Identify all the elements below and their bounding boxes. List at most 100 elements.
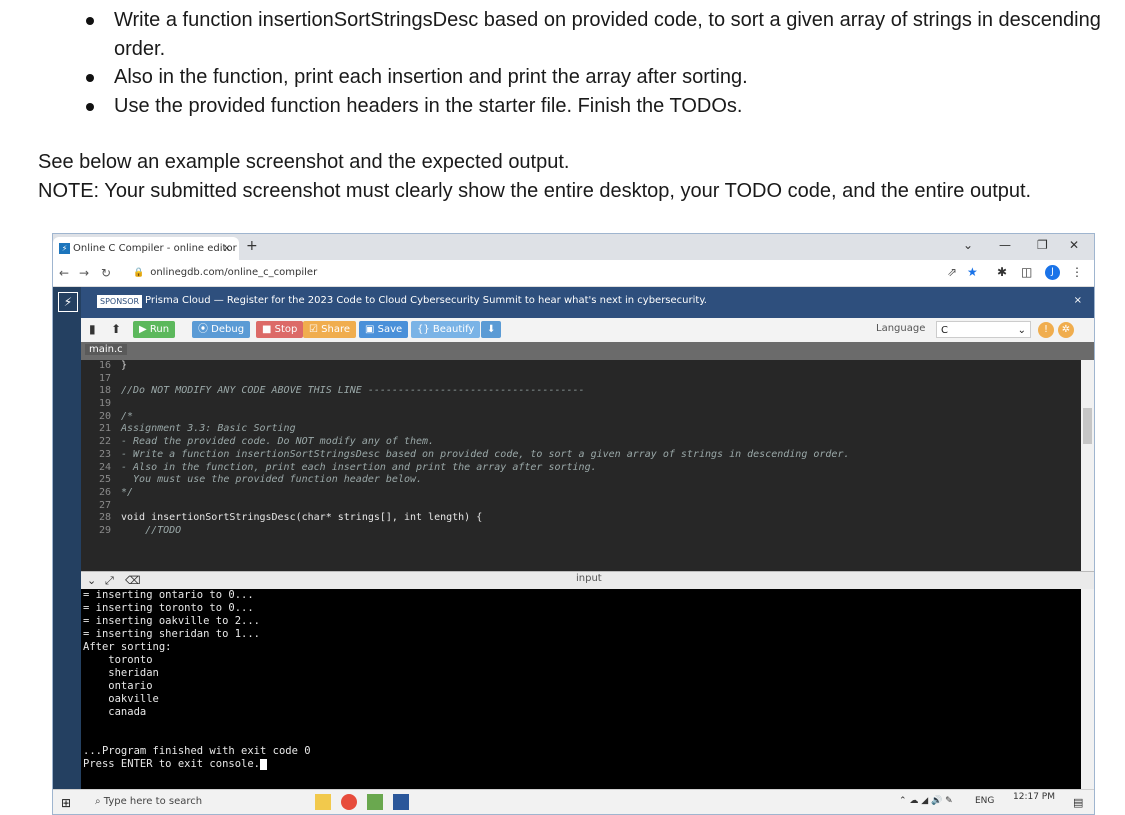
avatar[interactable]: J: [1045, 265, 1060, 280]
code-text: /*: [121, 410, 134, 422]
forward-icon[interactable]: →: [79, 266, 89, 280]
code-line[interactable]: 27: [81, 500, 1081, 513]
code-line[interactable]: 25 You must use the provided function he…: [81, 474, 1081, 487]
browser-tab[interactable]: ⚡ Online C Compiler - online editor ×: [53, 237, 239, 260]
left-rail: ⚡: [53, 287, 81, 814]
code-text: //Do NOT MODIFY ANY CODE ABOVE THIS LINE…: [121, 385, 585, 397]
code-text: - Also in the function, print each inser…: [121, 461, 597, 473]
see-below-text: See below an example screenshot and the …: [38, 151, 570, 173]
menu-icon[interactable]: ⋮: [1071, 265, 1083, 279]
close-window-button[interactable]: ✕: [1069, 238, 1079, 252]
line-number: 29: [98, 524, 111, 536]
console-toolbar: ⌄ ⤢ ⌫ input: [81, 571, 1094, 590]
code-line[interactable]: 21 Assignment 3.3: Basic Sorting: [81, 423, 1081, 436]
gear-icon[interactable]: ✲: [1058, 322, 1074, 338]
language-label: Language: [876, 323, 926, 334]
tab-close-button[interactable]: ×: [223, 237, 231, 260]
code-line[interactable]: 20 /*: [81, 411, 1081, 424]
code-text: - Read the provided code. Do NOT modify …: [121, 436, 435, 448]
code-editor[interactable]: 16} 17 18 //Do NOT MODIFY ANY CODE ABOVE TH…: [81, 360, 1081, 571]
code-line[interactable]: 28 void insertionSortStringsDesc(char* st…: [81, 512, 1081, 525]
code-line[interactable]: 17: [81, 373, 1081, 386]
word-icon[interactable]: [393, 794, 409, 810]
editor-scrollbar[interactable]: [1081, 360, 1094, 571]
language-indicator[interactable]: ENG: [975, 796, 994, 806]
code-text: - Write a function insertionSortStringsD…: [121, 448, 850, 460]
banner-close-button[interactable]: ×: [1074, 295, 1082, 306]
url-field[interactable]: 🔒 onlinegdb.com/online_c_compiler: [133, 263, 943, 283]
code-line[interactable]: 18 //Do NOT MODIFY ANY CODE ABOVE THIS LI…: [81, 385, 1081, 398]
console-line: ...Program finished with exit code 0: [83, 745, 311, 757]
code-line[interactable]: 22 - Read the provided code. Do NOT modif…: [81, 436, 1081, 449]
console-line: canada: [83, 706, 147, 718]
share-icon[interactable]: ⇗: [947, 265, 957, 279]
line-number: 20: [98, 410, 111, 422]
expand-icon[interactable]: ⤢: [105, 574, 114, 588]
console-line: = inserting oakville to 2...: [83, 615, 261, 627]
tab-search-button[interactable]: ⌄: [963, 238, 973, 252]
console-line: toronto: [83, 654, 153, 666]
stop-button[interactable]: ■ Stop: [256, 321, 304, 338]
minimize-button[interactable]: —: [999, 238, 1011, 252]
line-number: 27: [98, 499, 111, 511]
file-explorer-icon[interactable]: [315, 794, 331, 810]
info-icon[interactable]: !: [1038, 322, 1054, 338]
code-line[interactable]: 19: [81, 398, 1081, 411]
sidebar-icon[interactable]: ◫: [1021, 265, 1032, 279]
code-line[interactable]: 24 - Also in the function, print each ins…: [81, 462, 1081, 475]
back-icon[interactable]: ←: [59, 266, 69, 280]
address-bar: ← → ↻ 🔒 onlinegdb.com/online_c_compiler ⇗…: [53, 260, 1094, 287]
file-icon[interactable]: ▮: [89, 322, 96, 336]
tray-icons[interactable]: ⌃ ☁ ◢ 🔊 ✎: [899, 796, 953, 806]
app-icon[interactable]: [367, 794, 383, 810]
windows-taskbar: ⊞ ⌕ Type here to search ⌃ ☁ ◢ 🔊 ✎ ENG 12…: [53, 789, 1094, 814]
console-line: = inserting toronto to 0...: [83, 602, 254, 614]
reload-icon[interactable]: ↻: [101, 266, 111, 280]
restore-button[interactable]: ❐: [1037, 238, 1048, 252]
console-output[interactable]: = inserting ontario to 0... = inserting t…: [81, 589, 1081, 789]
language-select[interactable]: C ⌄: [936, 321, 1031, 338]
console-line: ontario: [83, 680, 153, 692]
code-line[interactable]: 26 */: [81, 487, 1081, 500]
file-tab-main[interactable]: main.c: [85, 344, 127, 355]
bolt-icon[interactable]: ⚡: [58, 292, 78, 312]
url-text: onlinegdb.com/online_c_compiler: [150, 267, 318, 278]
file-tab-bar: main.c: [81, 342, 1094, 360]
console-scrollbar[interactable]: [1081, 589, 1094, 789]
line-number: 18: [98, 385, 111, 397]
example-note: See below an example screenshot and the …: [38, 148, 1118, 205]
windows-start-icon[interactable]: ⊞: [61, 796, 71, 810]
note-text: NOTE: Your submitted screenshot must cle…: [38, 179, 1032, 202]
new-tab-button[interactable]: +: [246, 238, 258, 254]
code-line[interactable]: 29 //TODO: [81, 525, 1081, 538]
code-line[interactable]: 16}: [81, 360, 1081, 373]
save-button[interactable]: ▣ Save: [359, 321, 409, 338]
beautify-button[interactable]: {} Beautify: [411, 321, 481, 338]
star-icon[interactable]: ★: [967, 265, 978, 279]
chrome-icon[interactable]: [341, 794, 357, 810]
debug-button[interactable]: ⦿ Debug: [192, 321, 251, 338]
code-text: //TODO: [121, 524, 182, 536]
chevron-down-icon[interactable]: ⌄: [87, 574, 96, 587]
instruction-text: Use the provided function headers in the…: [114, 94, 743, 117]
input-label[interactable]: input: [576, 573, 602, 584]
share-button[interactable]: ☑ Share: [303, 321, 357, 338]
line-number: 23: [98, 448, 111, 460]
line-number: 19: [98, 398, 111, 410]
console-line: = inserting ontario to 0...: [83, 589, 254, 601]
run-button[interactable]: ▶ Run: [133, 321, 176, 338]
scroll-thumb[interactable]: [1083, 408, 1092, 444]
extensions-icon[interactable]: ✱: [997, 265, 1007, 279]
code-line[interactable]: 23 - Write a function insertionSortString…: [81, 449, 1081, 462]
chevron-down-icon: ⌄: [1017, 325, 1026, 336]
download-icon[interactable]: ⬇: [481, 321, 502, 338]
upload-icon[interactable]: ⬆: [111, 322, 121, 336]
banner-text[interactable]: Prisma Cloud — Register for the 2023 Cod…: [145, 295, 707, 306]
clear-console-icon[interactable]: ⌫: [125, 574, 141, 587]
clock[interactable]: 12:17 PM: [1013, 792, 1055, 802]
taskbar-search[interactable]: ⌕ Type here to search: [89, 792, 315, 812]
line-number: 22: [98, 436, 111, 448]
bolt-icon: ⚡: [59, 243, 70, 254]
notification-icon[interactable]: ▤: [1073, 796, 1083, 809]
